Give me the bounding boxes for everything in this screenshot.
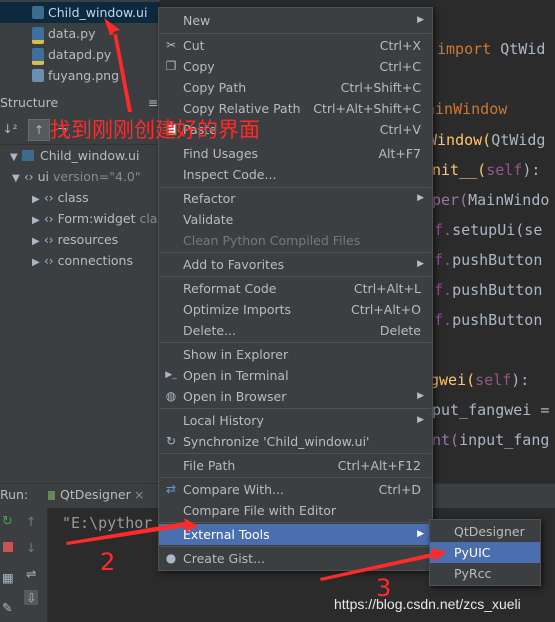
annotation-main-text: 找到刚刚创建好的界面 <box>50 118 260 142</box>
annotation-step-2: 2 <box>100 548 116 576</box>
watermark: https://blog.csdn.net/zcs_xueli <box>334 596 521 612</box>
annotation-arrows <box>66 18 447 581</box>
arrow-to-external-tools <box>66 518 198 545</box>
arrow-to-file <box>104 18 132 112</box>
